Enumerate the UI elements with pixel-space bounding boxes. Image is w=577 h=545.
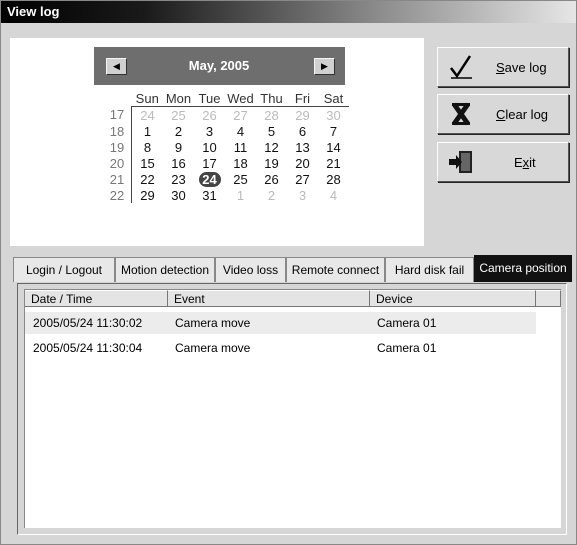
checkmark-pen-icon <box>450 55 472 79</box>
calendar-day[interactable]: 25 <box>225 171 256 187</box>
weekday-label: Fri <box>287 90 318 107</box>
calendar-day[interactable]: 2 <box>256 187 287 203</box>
calendar-day[interactable]: 31 <box>194 187 225 203</box>
tab-hard-disk-fail[interactable]: Hard disk fail <box>385 257 474 282</box>
calendar-day[interactable]: 14 <box>318 139 349 155</box>
view-log-window: View log ◀ May, 2005 ▶ Sun Mon Tue Wed Thu Fr… <box>0 0 577 545</box>
calendar-day[interactable]: 9 <box>163 139 194 155</box>
week-number-header <box>103 90 132 107</box>
week-number: 18 <box>103 123 132 139</box>
week-number: 17 <box>103 106 132 123</box>
clear-log-button[interactable]: Clear log <box>437 94 569 134</box>
calendar-day[interactable]: 20 <box>287 155 318 171</box>
clear-x-icon <box>451 102 471 126</box>
table-row[interactable]: 2005/05/24 11:30:04 Camera move Camera 01 <box>25 337 536 359</box>
calendar-day[interactable]: 22 <box>132 171 164 187</box>
calendar-day[interactable]: 6 <box>287 123 318 139</box>
calendar-day[interactable]: 18 <box>225 155 256 171</box>
tab-motion-detection[interactable]: Motion detection <box>115 257 215 282</box>
week-number: 19 <box>103 139 132 155</box>
calendar-day[interactable]: 19 <box>256 155 287 171</box>
calendar-day[interactable]: 1 <box>225 187 256 203</box>
exit-door-icon <box>449 151 472 173</box>
weekday-label: Sat <box>318 90 349 107</box>
column-header-date-time[interactable]: Date / Time <box>25 290 168 307</box>
calendar-day[interactable]: 13 <box>287 139 318 155</box>
next-month-button[interactable]: ▶ <box>314 58 335 75</box>
prev-month-button[interactable]: ◀ <box>106 58 127 75</box>
calendar-day[interactable]: 28 <box>256 107 287 124</box>
log-list[interactable]: Date / Time Event Device 2005/05/24 11:30:… <box>24 289 561 528</box>
weekday-label: Thu <box>256 90 287 107</box>
calendar-day[interactable]: 4 <box>225 123 256 139</box>
calendar-day-selected[interactable]: 24 <box>194 171 225 187</box>
calendar-day[interactable]: 29 <box>132 187 164 203</box>
calendar-day[interactable]: 7 <box>318 123 349 139</box>
cell-datetime: 2005/05/24 11:30:04 <box>33 341 143 355</box>
calendar-day[interactable]: 1 <box>132 123 164 139</box>
save-log-button[interactable]: Save log <box>437 47 569 87</box>
calendar-day[interactable]: 17 <box>194 155 225 171</box>
week-number: 21 <box>103 171 132 187</box>
selected-day-marker: 24 <box>198 171 221 187</box>
exit-button[interactable]: Exit <box>437 142 569 182</box>
weekday-label: Mon <box>163 90 194 107</box>
column-header-device[interactable]: Device <box>370 290 536 307</box>
week-number: 22 <box>103 187 132 203</box>
table-row[interactable]: 2005/05/24 11:30:02 Camera move Camera 01 <box>25 312 536 334</box>
column-header-filler <box>536 290 561 307</box>
calendar-day[interactable]: 12 <box>256 139 287 155</box>
calendar-day[interactable]: 30 <box>318 107 349 124</box>
calendar-day[interactable]: 8 <box>132 139 164 155</box>
cell-event: Camera move <box>175 341 251 355</box>
calendar-day[interactable]: 25 <box>163 107 194 124</box>
calendar-grid: Sun Mon Tue Wed Thu Fri Sat 17 24 25 26 27 28 29 30 18 1… <box>103 90 349 203</box>
calendar-day[interactable]: 15 <box>132 155 164 171</box>
calendar-header: ◀ May, 2005 ▶ <box>94 47 345 85</box>
calendar-day[interactable]: 10 <box>194 139 225 155</box>
weekday-label: Wed <box>225 90 256 107</box>
calendar-day[interactable]: 4 <box>318 187 349 203</box>
calendar-day[interactable]: 11 <box>225 139 256 155</box>
week-number: 20 <box>103 155 132 171</box>
clear-log-label: Clear log <box>496 107 549 122</box>
calendar-day[interactable]: 27 <box>225 107 256 124</box>
column-header-event[interactable]: Event <box>168 290 370 307</box>
calendar-day[interactable]: 28 <box>318 171 349 187</box>
cell-device: Camera 01 <box>377 316 437 330</box>
calendar-panel: ◀ May, 2005 ▶ Sun Mon Tue Wed Thu Fri Sat 17 24 2… <box>10 38 424 246</box>
weekday-label: Tue <box>194 90 225 107</box>
calendar-day[interactable]: 21 <box>318 155 349 171</box>
tab-login-logout[interactable]: Login / Logout <box>13 257 115 282</box>
cell-datetime: 2005/05/24 11:30:02 <box>33 316 143 330</box>
tab-remote-connect[interactable]: Remote connect <box>286 257 385 282</box>
calendar-day[interactable]: 23 <box>163 171 194 187</box>
title-bar: View log <box>1 1 576 23</box>
log-list-header: Date / Time Event Device <box>25 290 561 308</box>
window-title: View log <box>7 4 60 19</box>
calendar-day[interactable]: 16 <box>163 155 194 171</box>
exit-label: Exit <box>514 155 536 170</box>
arrow-left-icon: ◀ <box>113 61 120 71</box>
cell-device: Camera 01 <box>377 341 437 355</box>
calendar-day[interactable]: 26 <box>194 107 225 124</box>
calendar-day[interactable]: 30 <box>163 187 194 203</box>
weekday-label: Sun <box>131 90 163 107</box>
calendar-day[interactable]: 5 <box>256 123 287 139</box>
calendar-day[interactable]: 29 <box>287 107 318 124</box>
tab-video-loss[interactable]: Video loss <box>215 257 286 282</box>
save-log-label: Save log <box>496 60 547 75</box>
calendar-day[interactable]: 24 <box>132 107 164 124</box>
calendar-day[interactable]: 3 <box>287 187 318 203</box>
cell-event: Camera move <box>175 316 251 330</box>
tab-camera-position[interactable]: Camera position <box>474 255 572 282</box>
calendar-day[interactable]: 26 <box>256 171 287 187</box>
calendar-day[interactable]: 3 <box>194 123 225 139</box>
month-label: May, 2005 <box>188 58 250 73</box>
calendar-day[interactable]: 2 <box>163 123 194 139</box>
calendar-day[interactable]: 27 <box>287 171 318 187</box>
arrow-right-icon: ▶ <box>321 61 328 71</box>
